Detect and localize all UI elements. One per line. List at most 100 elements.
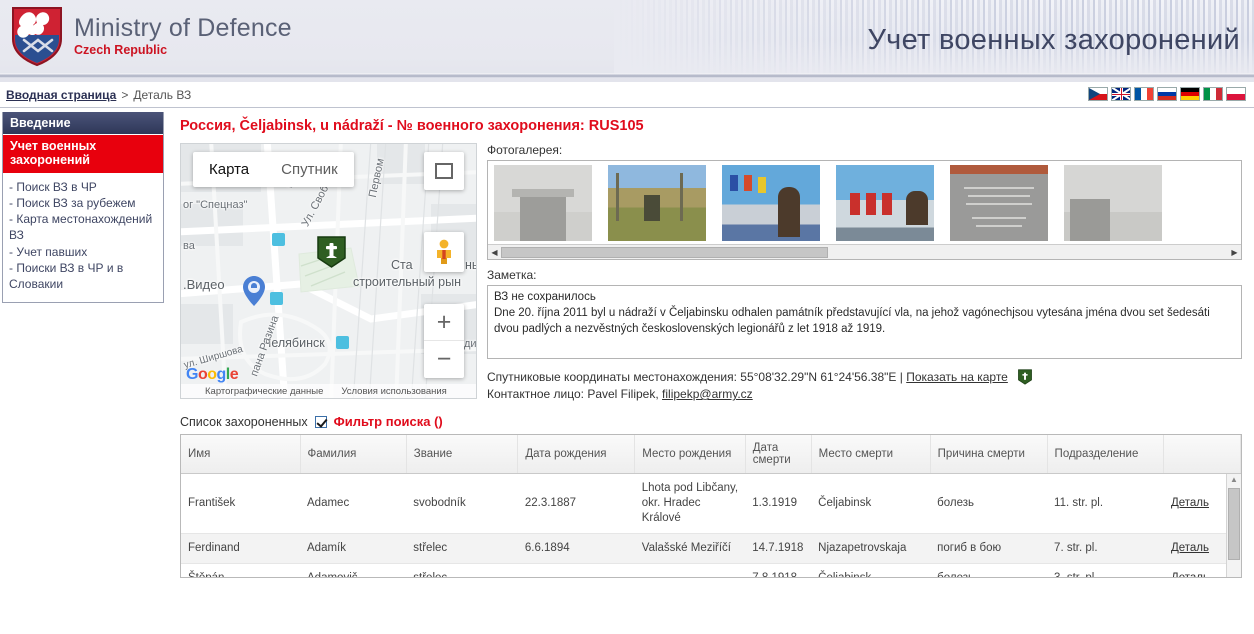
language-switcher[interactable] [1088, 87, 1246, 101]
cell-death-place: Čeljabinsk [811, 473, 931, 535]
gallery-photo-memorial-park[interactable] [608, 165, 706, 241]
cell-death-cause: болезь [930, 473, 1048, 535]
gallery-photo-monument-bw-2[interactable] [1064, 165, 1162, 241]
gallery-scrollbar[interactable]: ◀ ▶ [488, 244, 1241, 259]
poi-square-icon-2[interactable] [270, 292, 283, 305]
search-filter-checkbox[interactable] [314, 415, 327, 428]
map-tab-satellite[interactable]: Спутник [265, 152, 354, 187]
arrow-right-icon[interactable]: ▶ [1228, 248, 1241, 257]
flag-germany-icon[interactable] [1180, 87, 1200, 101]
table-body: František Adamec svobodník 22.3.1887 Lho… [181, 473, 1241, 577]
note-textarea[interactable] [487, 285, 1242, 359]
buried-list-table-wrapper[interactable]: Имя Фамилия Звание Дата рождения Место р… [180, 434, 1242, 578]
cell-death-date: 7.8.1918 [745, 563, 812, 577]
arrow-left-icon[interactable]: ◀ [488, 248, 501, 257]
fullscreen-icon[interactable] [424, 152, 464, 190]
flag-france-icon[interactable] [1134, 87, 1154, 101]
sidebar-box: Введение Учет военных захоронений - Поис… [2, 112, 164, 304]
column-unit[interactable]: Подразделение [1047, 435, 1165, 474]
gallery-photo-monument-bw[interactable] [494, 165, 592, 241]
breadcrumb-home-link[interactable]: Вводная страница [6, 88, 116, 102]
google-logo[interactable]: Google [186, 366, 239, 384]
flag-uk-icon[interactable] [1111, 87, 1131, 101]
gallery-photo-plaque[interactable] [950, 165, 1048, 241]
grave-marker-icon[interactable] [317, 236, 346, 268]
detail-link[interactable]: Деталь [1171, 572, 1209, 577]
zoom-out-button[interactable]: − [424, 341, 464, 378]
detail-link[interactable]: Деталь [1171, 542, 1209, 554]
cell-last-name: Adamec [300, 473, 407, 535]
sidebar-link-search-cr[interactable]: - Поиск ВЗ в ЧР [7, 179, 159, 195]
sidebar-link-searches-cr-sk[interactable]: - Поиски ВЗ в ЧР и в Словакии [7, 260, 159, 292]
header-divider [0, 73, 1254, 78]
flag-russia-icon[interactable] [1157, 87, 1177, 101]
gallery-scroll-thumb[interactable] [501, 246, 829, 258]
sidebar-item-intro[interactable]: Введение [3, 112, 163, 135]
note-label: Заметка: [487, 268, 537, 282]
ministry-name: Ministry of Defence [74, 13, 292, 42]
column-birth-place[interactable]: Место рождения [634, 435, 746, 474]
cell-last-name: Adamík [300, 533, 407, 565]
coordinates-value: 55°08'32.29"N 61°24'56.38"E [740, 370, 897, 384]
map-zoom-controls[interactable]: + − [424, 304, 464, 378]
grave-marker-icon-small[interactable] [1018, 369, 1033, 385]
table-row[interactable]: František Adamec svobodník 22.3.1887 Lho… [181, 473, 1241, 535]
logo-block[interactable]: Ministry of Defence Czech Republic [10, 5, 292, 67]
buried-list-header: Список захороненных Фильтр поиска () [180, 414, 1242, 429]
gallery-scroll-track[interactable] [501, 245, 1228, 259]
detail-top-row: ог "Спецназ" Ул. Своб инул Первом ва .Ви… [180, 143, 1242, 401]
flag-czech-icon[interactable] [1088, 87, 1108, 101]
coat-of-arms-icon [10, 5, 64, 67]
cell-death-place: Njazapetrovskaja [811, 533, 931, 565]
sidebar-link-map-locations[interactable]: - Карта местонахождений ВЗ [7, 211, 159, 243]
map-pin-icon[interactable] [243, 276, 265, 306]
zoom-in-button[interactable]: + [424, 304, 464, 341]
column-death-cause[interactable]: Причина смерти [930, 435, 1048, 474]
column-last-name[interactable]: Фамилия [300, 435, 407, 474]
map-type-switcher[interactable]: Карта Спутник [193, 152, 354, 187]
cell-unit: 11. str. pl. [1047, 473, 1164, 535]
table-row[interactable]: Ferdinand Adamík střelec 6.6.1894 Valašs… [181, 533, 1241, 565]
sidebar-link-fallen-records[interactable]: - Учет павших [7, 244, 159, 260]
map-label-va: ва [183, 240, 195, 252]
column-death-date[interactable]: Дата смерти [745, 435, 812, 474]
map-terms-link[interactable]: Условия использования [341, 386, 446, 397]
scroll-up-icon[interactable]: ▲ [1227, 474, 1241, 484]
column-death-place[interactable]: Место смерти [811, 435, 931, 474]
cell-unit: 3. str. pl. [1047, 563, 1164, 577]
column-birth-date[interactable]: Дата рождения [517, 435, 636, 474]
table-scroll-thumb[interactable] [1228, 488, 1240, 560]
page-body: Введение Учет военных захоронений - Поис… [0, 108, 1254, 634]
cell-birth-date [517, 563, 635, 577]
street-view-pegman-icon[interactable] [424, 232, 464, 272]
flag-italy-icon[interactable] [1203, 87, 1223, 101]
column-rank[interactable]: Звание [406, 435, 519, 474]
map-attribution-bar: Картографические данные Условия использо… [181, 384, 476, 398]
google-map[interactable]: ог "Спецназ" Ул. Своб инул Первом ва .Ви… [180, 143, 477, 399]
poi-square-icon-3[interactable] [336, 336, 349, 349]
cell-unit: 7. str. pl. [1047, 533, 1164, 565]
map-tab-map[interactable]: Карта [193, 152, 265, 187]
page-title: Россия, Čeljabinsk, u nádraží - № военно… [180, 118, 644, 134]
gallery-photo-memorial-flags[interactable] [722, 165, 820, 241]
map-label-n: нь [465, 258, 476, 272]
contact-line: Контактное лицо: Pavel Filipek, filipekp… [487, 387, 1242, 401]
buried-list-table: Имя Фамилия Звание Дата рождения Место р… [181, 435, 1241, 577]
column-first-name[interactable]: Имя [181, 435, 301, 474]
photo-gallery[interactable]: ◀ ▶ [487, 160, 1242, 260]
gallery-photo-square-flags[interactable] [836, 165, 934, 241]
contact-email-link[interactable]: filipekp@army.cz [662, 387, 753, 401]
sidebar-item-war-graves[interactable]: Учет военных захоронений [3, 135, 163, 173]
detail-link[interactable]: Деталь [1171, 497, 1209, 509]
show-on-map-link[interactable]: Показать на карте [906, 370, 1008, 384]
flag-poland-icon[interactable] [1226, 87, 1246, 101]
table-row[interactable]: Štěpán Adamovič střelec 7.8.1918 Čeljabi… [181, 563, 1241, 577]
brand-text: Ministry of Defence Czech Republic [74, 13, 292, 58]
poi-square-icon-1[interactable] [272, 233, 285, 246]
table-vertical-scrollbar[interactable]: ▲ [1226, 474, 1241, 577]
search-filter-label[interactable]: Фильтр поиска () [334, 414, 443, 429]
cell-death-place: Čeljabinsk [811, 563, 931, 577]
sidebar-link-search-abroad[interactable]: - Поиск ВЗ за рубежем [7, 195, 159, 211]
gallery-strip [488, 165, 1241, 243]
map-label-building-market: строительный рын [353, 275, 461, 289]
